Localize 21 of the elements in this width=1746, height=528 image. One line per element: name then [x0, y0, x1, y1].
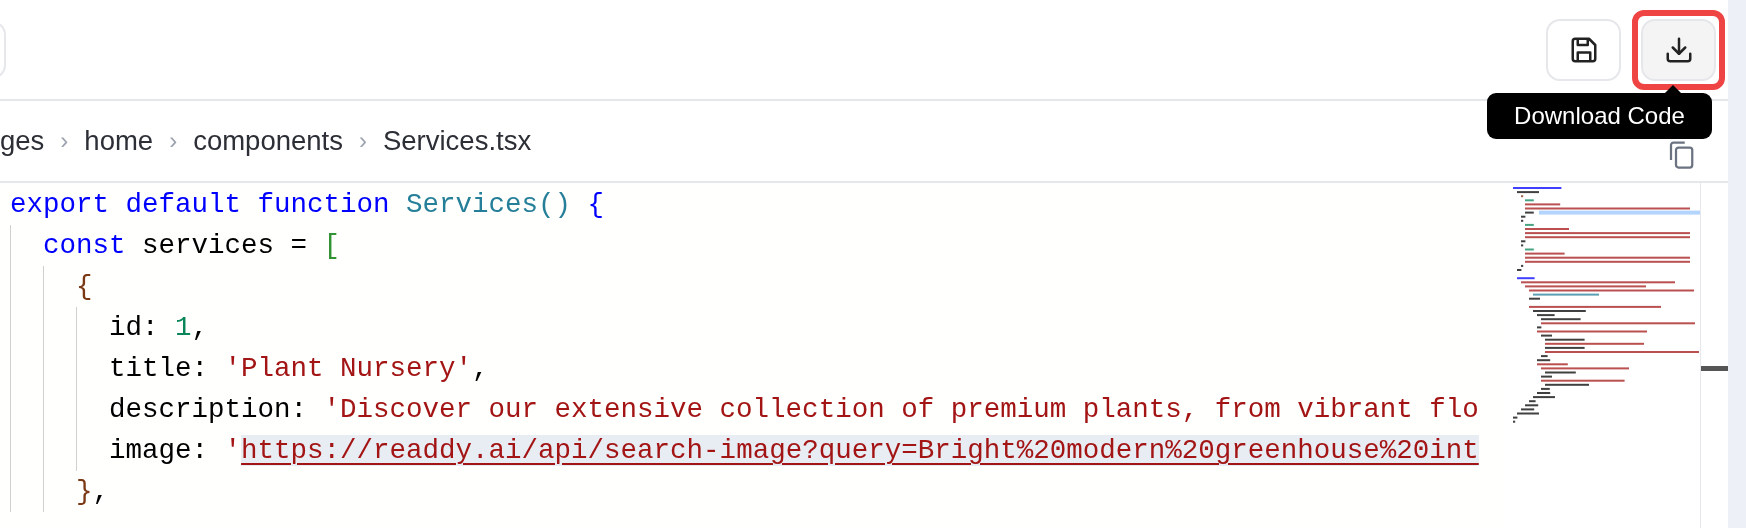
tooltip-arrow	[1665, 85, 1681, 93]
breadcrumb-separator: ›	[358, 126, 367, 156]
save-button[interactable]	[1546, 18, 1621, 81]
tooltip: Download Code	[1487, 93, 1712, 139]
code-line: export default function Services() {	[10, 188, 605, 222]
download-button[interactable]	[1641, 18, 1716, 81]
code-line: image: 'https://readdy.ai/api/search-image?query=Bright%20modern%20greenhouse%20int	[10, 430, 1479, 471]
scroll-marker	[1701, 366, 1728, 371]
scrollbar[interactable]	[1700, 183, 1728, 528]
breadcrumb-item[interactable]: ges	[0, 120, 45, 162]
breadcrumb-item[interactable]: components	[193, 120, 343, 162]
code-line: const services = [	[10, 225, 341, 266]
code-line: },	[10, 471, 110, 512]
code-line: title: 'Plant Nursery',	[10, 348, 489, 389]
breadcrumb-separator: ›	[169, 126, 178, 156]
code-line: description: 'Discover our extensive collection of premium plants, from vibrant flo	[10, 389, 1479, 430]
code-line: {	[10, 266, 93, 307]
code-line: id: 1,	[10, 307, 209, 348]
breadcrumb-separator: ›	[60, 126, 69, 156]
breadcrumb-item[interactable]: home	[84, 120, 154, 162]
breadcrumb-item[interactable]: Services.tsx	[382, 120, 532, 162]
